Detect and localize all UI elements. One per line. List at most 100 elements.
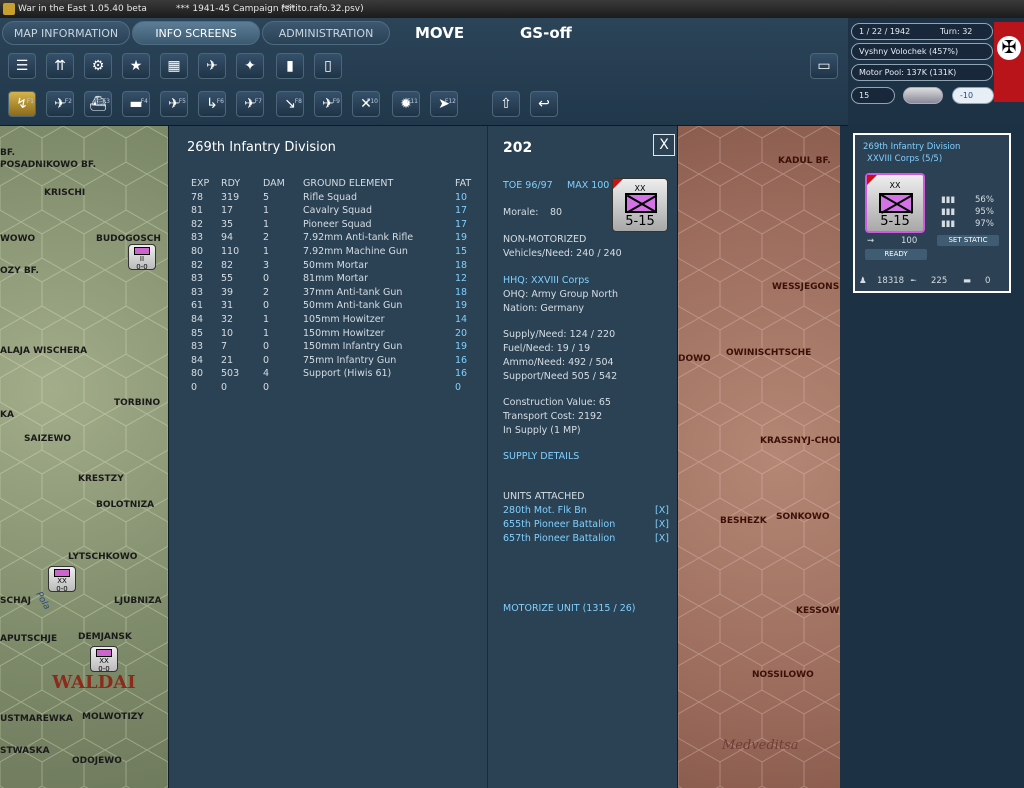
detach-button[interactable]: [X] <box>655 519 669 530</box>
rdy-cell: 35 <box>221 218 234 230</box>
unit-counter[interactable]: II 0-0 <box>128 244 156 271</box>
attached-unit-link[interactable]: 657th Pioneer Battalion <box>503 533 615 544</box>
ground-element-table: EXP RDY DAM GROUND ELEMENT FAT 78 319 5 Rif… <box>191 178 471 396</box>
intercept-icon[interactable]: ✈ F5 <box>160 91 188 117</box>
element-cell: Support (Hiwis 61) <box>303 368 392 380</box>
table-row[interactable]: 80 110 1 7.92mm Machine Gun 15 <box>191 246 471 260</box>
compass-icon[interactable]: ➤ F12 <box>430 91 458 117</box>
attached-unit-link[interactable]: 655th Pioneer Battalion <box>503 519 615 530</box>
element-cell: Rifle Squad <box>303 191 358 203</box>
unit-card[interactable]: 269th Infantry Division XXVIII Corps (5/… <box>853 133 1011 293</box>
fat-cell: 18 <box>455 259 468 271</box>
hhq-link[interactable]: HHQ: XXVIII Corps <box>503 275 589 286</box>
bars-icon: ▮▮▮ <box>941 219 956 229</box>
close-button[interactable]: X <box>653 134 675 156</box>
table-row[interactable]: 82 35 1 Pioneer Squad 17 <box>191 219 471 233</box>
table-row[interactable]: 83 94 2 7.92mm Anti-tank Rifle 19 <box>191 232 471 246</box>
tab-administration[interactable]: ADMINISTRATION <box>262 21 390 45</box>
table-row[interactable]: 80 503 4 Support (Hiwis 61) 16 <box>191 368 471 382</box>
table-row[interactable]: 83 55 0 81mm Mortar 12 <box>191 273 471 287</box>
weather-icon[interactable]: ▦ <box>160 53 188 79</box>
element-cell: 105mm Howitzer <box>303 313 385 325</box>
rdy-cell: 503 <box>221 368 240 380</box>
fuel-icon[interactable]: ▮ <box>276 53 304 79</box>
panel-icon[interactable]: ▭ <box>810 53 838 79</box>
air-icon[interactable]: ✈ <box>198 53 226 79</box>
town-label: LYTSCHKOWO <box>68 552 138 562</box>
bomb-icon[interactable]: ✦ <box>236 53 264 79</box>
unit-counter[interactable]: XX 0-0 <box>90 646 118 673</box>
title-bar: War in the East 1.05.40 beta *** 1941-45… <box>0 0 1024 18</box>
supply-details-link[interactable]: SUPPLY DETAILS <box>503 451 579 462</box>
hex-grid <box>678 126 840 788</box>
table-row[interactable]: 82 82 3 50mm Mortar 18 <box>191 260 471 274</box>
table-row[interactable]: 81 17 1 Cavalry Squad 17 <box>191 205 471 219</box>
table-row[interactable]: 61 31 0 50mm Anti-tank Gun 19 <box>191 300 471 314</box>
airfield-icon[interactable]: ✈ F7 <box>236 91 264 117</box>
exp-cell: 82 <box>191 218 204 230</box>
ship-icon[interactable]: ⛴ F3 <box>84 91 112 117</box>
detach-button[interactable]: [X] <box>655 505 669 516</box>
rdy-cell: 17 <box>221 205 234 217</box>
table-row[interactable]: 0 0 0 0 <box>191 382 471 396</box>
unit-strength: 5-15 <box>625 214 655 229</box>
card-icon[interactable]: ▯ <box>314 53 342 79</box>
unit-counter[interactable]: XX 5-15 <box>612 178 668 232</box>
ground-support-toggle[interactable]: GS-off <box>520 21 572 45</box>
gear-icon[interactable]: ⚙ <box>84 53 112 79</box>
in-supply-status: In Supply (1 MP) <box>503 425 581 436</box>
undo-icon[interactable]: ↩ <box>530 91 558 117</box>
exp-cell: 84 <box>191 354 204 366</box>
toe-count: 202 <box>503 140 533 156</box>
gun-icon: ╾ <box>911 276 917 286</box>
explosion-icon[interactable]: ✹ F11 <box>392 91 420 117</box>
units-icon[interactable]: ⇈ <box>46 53 74 79</box>
exp-cell: 85 <box>191 327 204 339</box>
element-cell: Cavalry Squad <box>303 205 373 217</box>
fat-cell: 20 <box>455 327 468 339</box>
move-mode-button[interactable]: MOVE <box>415 21 464 45</box>
rdy-cell: 21 <box>221 354 234 366</box>
strike-icon[interactable]: ✕ F10 <box>352 91 380 117</box>
star-icon[interactable]: ★ <box>122 53 150 79</box>
unit-counter[interactable]: XX 0-0 <box>48 566 76 593</box>
dam-cell: 2 <box>263 286 270 298</box>
dam-cell: 1 <box>263 205 270 217</box>
recon-icon[interactable]: ↳ F6 <box>198 91 226 117</box>
element-cell: 150mm Howitzer <box>303 327 385 339</box>
fat-cell: 10 <box>455 191 468 203</box>
transport-icon[interactable]: ▬ F4 <box>122 91 150 117</box>
fighter-icon[interactable]: ✈ F2 <box>46 91 74 117</box>
tab-info-screens[interactable]: INFO SCREENS <box>132 21 260 45</box>
unit-counter[interactable]: XX 5-15 <box>865 173 925 233</box>
attached-unit-link[interactable]: 280th Mot. Flk Bn <box>503 505 587 516</box>
table-row[interactable]: 83 39 2 37mm Anti-tank Gun 18 <box>191 287 471 301</box>
map-left-area[interactable]: BF. POSADNIKOWO BF. KRISCHI WOWO BUDOGOS… <box>0 126 168 788</box>
layers-icon[interactable]: ☰ <box>8 53 36 79</box>
table-row[interactable]: 84 32 1 105mm Howitzer 14 <box>191 314 471 328</box>
save-file-name: (sitito.rafo.32.psv) <box>281 4 364 14</box>
weather-icon[interactable] <box>903 87 943 104</box>
date-readout: 1 / 22 / 1942 Turn: 32 <box>851 23 993 40</box>
path-icon[interactable]: ↯ F1 <box>8 91 36 117</box>
detach-button[interactable]: [X] <box>655 533 669 544</box>
motorize-unit-button[interactable]: MOTORIZE UNIT (1315 / 26) <box>503 603 636 614</box>
table-row[interactable]: 83 7 0 150mm Infantry Gun 19 <box>191 341 471 355</box>
counter-readout: 15 <box>851 87 895 104</box>
map-right-area[interactable]: KADUL BF. WESSJEGONSK DOWO OWINISCHTSCHE… <box>678 126 840 788</box>
town-label: NOSSILOWO <box>752 670 814 680</box>
table-row[interactable]: 85 10 1 150mm Howitzer 20 <box>191 328 471 342</box>
exp-cell: 0 <box>191 381 198 393</box>
set-static-button[interactable]: SET STATIC <box>937 235 999 246</box>
table-row[interactable]: 78 319 5 Rifle Squad 10 <box>191 192 471 206</box>
tab-map-information[interactable]: MAP INFORMATION <box>2 21 130 45</box>
town-label: OZY BF. <box>0 266 39 276</box>
upload-icon[interactable]: ⇧ <box>492 91 520 117</box>
support-need: Support/Need 505 / 542 <box>503 371 618 382</box>
paradrop-icon[interactable]: ✈ F9 <box>314 91 342 117</box>
exp-cell: 83 <box>191 273 204 285</box>
exp-cell: 82 <box>191 259 204 271</box>
table-row[interactable]: 84 21 0 75mm Infantry Gun 16 <box>191 355 471 369</box>
dam-cell: 0 <box>263 273 270 285</box>
ground-attack-icon[interactable]: ↘ F8 <box>276 91 304 117</box>
